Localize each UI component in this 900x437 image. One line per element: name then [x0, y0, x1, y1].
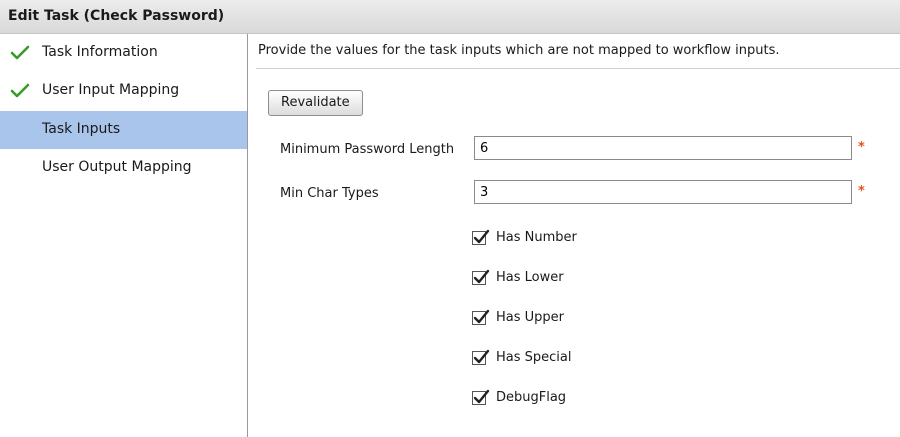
task-inputs-panel: Provide the values for the task inputs w…	[248, 34, 900, 437]
divider	[256, 68, 900, 69]
min-char-types-input[interactable]	[474, 180, 852, 204]
sidebar-item-label: User Input Mapping	[42, 82, 180, 98]
intro-text: Provide the values for the task inputs w…	[258, 43, 780, 58]
dialog-title: Edit Task (Check Password)	[8, 8, 225, 24]
checkbox-checked-icon[interactable]	[472, 309, 490, 325]
min-password-length-input[interactable]	[474, 136, 852, 160]
min-password-length-label: Minimum Password Length	[280, 142, 455, 157]
sidebar-item-label: Task Information	[42, 44, 158, 60]
sidebar-item-label: Task Inputs	[42, 121, 121, 137]
sidebar-item-user-output-mapping[interactable]: User Output Mapping	[0, 149, 247, 187]
checkbox-label: Has Lower	[496, 270, 564, 285]
required-asterisk: *	[858, 140, 865, 155]
revalidate-button[interactable]: Revalidate	[268, 90, 363, 116]
sidebar-item-user-input-mapping[interactable]: User Input Mapping	[0, 72, 247, 110]
sidebar-item-task-information[interactable]: Task Information	[0, 34, 247, 72]
checkbox-checked-icon[interactable]	[472, 349, 490, 365]
required-asterisk: *	[858, 184, 865, 199]
green-checkmark-icon	[10, 82, 30, 100]
wizard-steps-sidebar: Task Information User Input Mapping Task…	[0, 34, 248, 437]
checkbox-label: DebugFlag	[496, 390, 567, 405]
sidebar-item-label: User Output Mapping	[42, 159, 192, 175]
green-checkmark-icon	[10, 44, 30, 62]
checkbox-label: Has Upper	[496, 310, 565, 325]
checkbox-checked-icon[interactable]	[472, 269, 490, 285]
checkbox-label: Has Special	[496, 350, 572, 365]
checkbox-checked-icon[interactable]	[472, 229, 490, 245]
sidebar-item-task-inputs[interactable]: Task Inputs	[0, 111, 247, 149]
min-char-types-label: Min Char Types	[280, 186, 379, 201]
checkbox-checked-icon[interactable]	[472, 389, 490, 405]
dialog-title-bar: Edit Task (Check Password)	[0, 0, 900, 34]
checkbox-label: Has Number	[496, 230, 577, 245]
